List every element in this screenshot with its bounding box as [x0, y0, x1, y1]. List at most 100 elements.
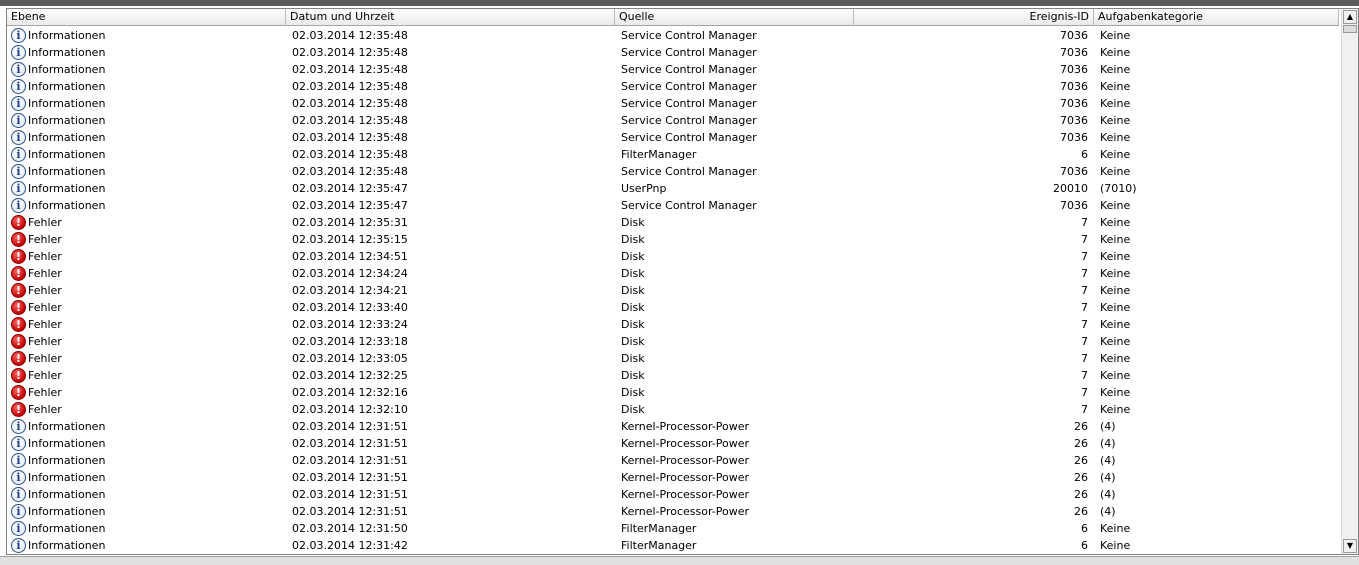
cell-datetime: 02.03.2014 12:34:21 — [292, 284, 408, 297]
scroll-up-button[interactable]: ▲ — [1343, 10, 1357, 24]
table-row[interactable]: i Informationen 02.03.2014 12:35:48 Service… — [7, 95, 1339, 112]
cell-source: Service Control Manager — [621, 165, 757, 178]
level-label: Fehler — [28, 403, 62, 416]
table-row[interactable]: ! Fehler 02.03.2014 12:33:05 Disk 7 Keine — [7, 350, 1339, 367]
table-row[interactable]: i Informationen 02.03.2014 12:31:51 Kernel-… — [7, 486, 1339, 503]
table-row[interactable]: ! Fehler 02.03.2014 12:34:24 Disk 7 Keine — [7, 265, 1339, 282]
cell-datetime: 02.03.2014 12:32:25 — [292, 369, 408, 382]
cell-event-id: 6 — [1081, 148, 1088, 161]
cell-source: Kernel-Processor-Power — [621, 420, 750, 433]
cell-task-category: (4) — [1100, 505, 1116, 518]
info-icon: i — [11, 521, 26, 536]
table-row[interactable]: ! Fehler 02.03.2014 12:35:15 Disk 7 Keine — [7, 231, 1339, 248]
vertical-scrollbar[interactable]: ▲ ▼ — [1341, 9, 1358, 554]
table-row[interactable]: ! Fehler 02.03.2014 12:32:16 Disk 7 Keine — [7, 384, 1339, 401]
cell-task-category: Keine — [1100, 80, 1131, 93]
info-icon: i — [11, 436, 26, 451]
level-label: Informationen — [28, 114, 106, 127]
table-row[interactable]: i Informationen 02.03.2014 12:35:48 Service… — [7, 163, 1339, 180]
table-row[interactable]: ! Fehler 02.03.2014 12:35:31 Disk 7 Keine — [7, 214, 1339, 231]
cell-event-id: 7 — [1081, 267, 1088, 280]
cell-datetime: 02.03.2014 12:35:47 — [292, 182, 408, 195]
cell-event-id: 26 — [1074, 420, 1088, 433]
cell-event-id: 7036 — [1060, 199, 1088, 212]
table-row[interactable]: i Informationen 02.03.2014 12:35:48 Service… — [7, 112, 1339, 129]
cell-level: ! Fehler — [7, 384, 286, 401]
cell-task-category: Keine — [1100, 301, 1131, 314]
cell-source: FilterManager — [621, 522, 697, 535]
table-row[interactable]: ! Fehler 02.03.2014 12:34:51 Disk 7 Keine — [7, 248, 1339, 265]
column-header-level[interactable]: Ebene — [7, 9, 286, 26]
column-header-task-category[interactable]: Aufgabenkategorie — [1094, 9, 1339, 26]
table-row[interactable]: ! Fehler 02.03.2014 12:34:21 Disk 7 Keine — [7, 282, 1339, 299]
table-row[interactable]: i Informationen 02.03.2014 12:35:48 Service… — [7, 27, 1339, 44]
info-icon: i — [11, 470, 26, 485]
cell-event-id: 7036 — [1060, 63, 1088, 76]
info-icon: i — [11, 96, 26, 111]
cell-task-category: Keine — [1100, 131, 1131, 144]
cell-datetime: 02.03.2014 12:31:51 — [292, 488, 408, 501]
cell-event-id: 7 — [1081, 301, 1088, 314]
column-header-source[interactable]: Quelle — [615, 9, 854, 26]
info-icon: i — [11, 487, 26, 502]
cell-task-category: Keine — [1100, 318, 1131, 331]
event-rows: i Informationen 02.03.2014 12:35:48 Service… — [7, 27, 1339, 554]
cell-level: ! Fehler — [7, 231, 286, 248]
table-row[interactable]: i Informationen 02.03.2014 12:31:51 Kernel-… — [7, 452, 1339, 469]
scroll-down-button[interactable]: ▼ — [1343, 539, 1357, 553]
cell-datetime: 02.03.2014 12:35:48 — [292, 46, 408, 59]
error-icon: ! — [11, 317, 26, 332]
table-row[interactable]: ! Fehler 02.03.2014 12:32:25 Disk 7 Keine — [7, 367, 1339, 384]
cell-event-id: 26 — [1074, 437, 1088, 450]
info-icon: i — [11, 147, 26, 162]
cell-event-id: 7 — [1081, 352, 1088, 365]
cell-source: Kernel-Processor-Power — [621, 471, 750, 484]
table-row[interactable]: ! Fehler 02.03.2014 12:32:10 Disk 7 Keine — [7, 401, 1339, 418]
cell-level: i Informationen — [7, 112, 286, 129]
table-row[interactable]: i Informationen 02.03.2014 12:35:47 UserPnp… — [7, 180, 1339, 197]
cell-datetime: 02.03.2014 12:35:48 — [292, 29, 408, 42]
table-row[interactable]: i Informationen 02.03.2014 12:35:48 Service… — [7, 44, 1339, 61]
cell-event-id: 7036 — [1060, 131, 1088, 144]
error-icon: ! — [11, 300, 26, 315]
table-row[interactable]: i Informationen 02.03.2014 12:35:48 Service… — [7, 61, 1339, 78]
level-label: Informationen — [28, 29, 106, 42]
info-icon: i — [11, 45, 26, 60]
cell-source: Disk — [621, 284, 645, 297]
table-row[interactable]: i Informationen 02.03.2014 12:35:48 FilterM… — [7, 146, 1339, 163]
event-list: Ebene Datum und Uhrzeit Quelle Ereignis-… — [6, 8, 1359, 555]
table-row[interactable]: i Informationen 02.03.2014 12:31:42 FilterM… — [7, 537, 1339, 554]
cell-event-id: 7 — [1081, 403, 1088, 416]
level-label: Informationen — [28, 148, 106, 161]
table-row[interactable]: i Informationen 02.03.2014 12:31:50 FilterM… — [7, 520, 1339, 537]
cell-task-category: Keine — [1100, 216, 1131, 229]
cell-task-category: (7010) — [1100, 182, 1137, 195]
cell-source: Kernel-Processor-Power — [621, 488, 750, 501]
scroll-thumb[interactable] — [1343, 25, 1357, 33]
table-row[interactable]: i Informationen 02.03.2014 12:31:51 Kernel-… — [7, 435, 1339, 452]
info-icon: i — [11, 130, 26, 145]
table-row[interactable]: ! Fehler 02.03.2014 12:33:18 Disk 7 Keine — [7, 333, 1339, 350]
table-row[interactable]: i Informationen 02.03.2014 12:35:48 Service… — [7, 129, 1339, 146]
cell-level: i Informationen — [7, 418, 286, 435]
cell-task-category: Keine — [1100, 165, 1131, 178]
table-row[interactable]: i Informationen 02.03.2014 12:35:47 Service… — [7, 197, 1339, 214]
table-row[interactable]: i Informationen 02.03.2014 12:31:51 Kernel-… — [7, 469, 1339, 486]
level-label: Fehler — [28, 318, 62, 331]
column-header-event-id[interactable]: Ereignis-ID — [854, 9, 1094, 26]
table-row[interactable]: ! Fehler 02.03.2014 12:33:40 Disk 7 Keine — [7, 299, 1339, 316]
table-row[interactable]: i Informationen 02.03.2014 12:31:51 Kernel-… — [7, 503, 1339, 520]
table-row[interactable]: i Informationen 02.03.2014 12:35:48 Service… — [7, 78, 1339, 95]
cell-level: i Informationen — [7, 44, 286, 61]
table-row[interactable]: ! Fehler 02.03.2014 12:33:24 Disk 7 Keine — [7, 316, 1339, 333]
cell-source: FilterManager — [621, 539, 697, 552]
table-row[interactable]: i Informationen 02.03.2014 12:31:51 Kernel-… — [7, 418, 1339, 435]
cell-datetime: 02.03.2014 12:31:51 — [292, 454, 408, 467]
cell-level: i Informationen — [7, 61, 286, 78]
cell-source: Kernel-Processor-Power — [621, 437, 750, 450]
cell-source: Service Control Manager — [621, 63, 757, 76]
cell-source: Service Control Manager — [621, 131, 757, 144]
cell-event-id: 7 — [1081, 284, 1088, 297]
column-header-datetime[interactable]: Datum und Uhrzeit — [286, 9, 615, 26]
cell-source: Kernel-Processor-Power — [621, 505, 750, 518]
